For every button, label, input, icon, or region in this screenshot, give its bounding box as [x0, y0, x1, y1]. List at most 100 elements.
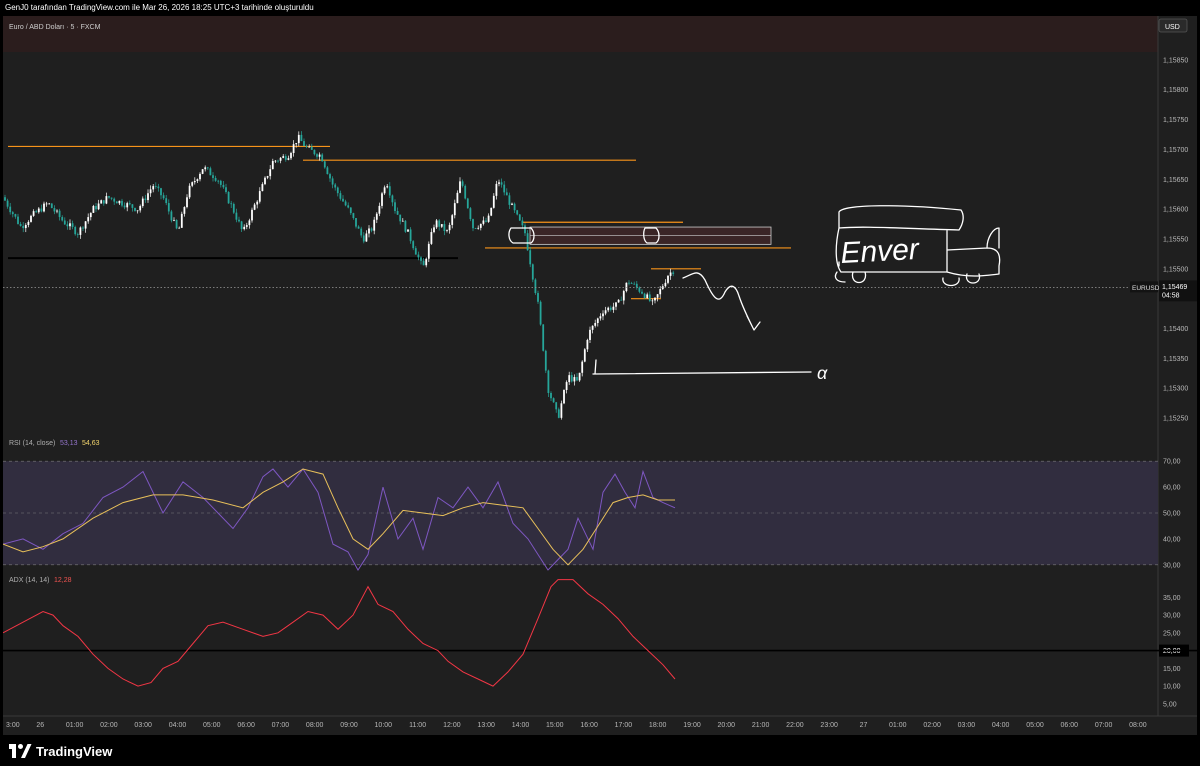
candle-body — [383, 187, 386, 194]
candle-body — [113, 198, 116, 202]
price-tick-label: 1,15850 — [1163, 57, 1188, 64]
rsi-ma-value: 54,63 — [82, 440, 100, 447]
candle-body — [243, 226, 246, 230]
candle-body — [121, 200, 123, 206]
candle-countdown: 04:58 — [1162, 292, 1180, 299]
candle-body — [303, 141, 305, 147]
candle-body — [669, 272, 672, 276]
candle-body — [71, 223, 74, 227]
symbol-title: Euro / ABD Doları · 5 · FXCM — [9, 24, 101, 31]
candle-body — [100, 200, 103, 204]
candle-body — [667, 275, 669, 283]
chart-header-text: GenJ0 tarafından TradingView.com ile Mar… — [0, 0, 1200, 16]
candle-body — [565, 382, 568, 391]
candle-body — [95, 205, 97, 210]
candle-body — [123, 205, 126, 208]
candle-body — [368, 228, 370, 234]
chart-svg[interactable]: Euro / ABD Doları · 5 · FXCM USD 1,15850… — [3, 16, 1197, 735]
candle-body — [24, 224, 27, 229]
candle-body — [391, 195, 394, 203]
candle-body — [648, 294, 651, 302]
time-tick-label: 13:00 — [477, 722, 495, 729]
candle-body — [412, 241, 415, 249]
candle-body — [334, 184, 337, 188]
rsi-tick-label: 40,00 — [1163, 536, 1181, 543]
candle-body — [186, 197, 188, 208]
time-tick-label: 15:00 — [546, 722, 564, 729]
candle-body — [342, 198, 344, 202]
candle-body — [204, 167, 207, 170]
currency-label[interactable]: USD — [1165, 24, 1180, 31]
candle-body — [578, 372, 581, 381]
candle-body — [635, 283, 638, 288]
tradingview-logo[interactable]: TradingView — [9, 742, 112, 760]
candle-body — [160, 188, 162, 196]
candle-body — [22, 225, 25, 229]
candle-body — [225, 187, 227, 193]
candle-body — [357, 226, 360, 229]
candle-body — [612, 306, 615, 310]
price-tick-label: 1,15250 — [1163, 416, 1188, 423]
time-tick-label: 10:00 — [375, 722, 393, 729]
candle-body — [469, 208, 472, 220]
candle-body — [271, 161, 274, 170]
candle-body — [48, 203, 51, 205]
candle-body — [643, 293, 646, 299]
candle-body — [188, 185, 191, 198]
candle-body — [448, 224, 451, 231]
candle-body — [630, 283, 633, 284]
candle-body — [568, 375, 571, 383]
candle-body — [365, 233, 368, 242]
candle-body — [401, 220, 404, 222]
candle-body — [557, 409, 560, 418]
rsi-panel[interactable]: RSI (14, close) 53,13 54,63 70,00 60,00 50… — [3, 440, 1181, 571]
candle-body — [258, 191, 261, 202]
title-band — [3, 16, 1158, 52]
candle-body — [349, 207, 352, 214]
candle-body — [375, 213, 378, 220]
candle-body — [76, 234, 79, 235]
time-tick-label: 07:00 — [1095, 722, 1113, 729]
time-tick-label: 01:00 — [66, 722, 84, 729]
candle-body — [388, 186, 391, 196]
candle-body — [82, 227, 84, 229]
time-tick-label: 04:00 — [169, 722, 187, 729]
candle-body — [118, 200, 121, 204]
time-tick-label: 02:00 — [923, 722, 941, 729]
candle-body — [352, 213, 355, 219]
candle-body — [248, 220, 251, 226]
candle-body — [638, 287, 641, 292]
time-axis[interactable]: 3:00 26 01:00 02:00 03:00 04:00 05:00 06:00 07:0… — [6, 722, 1147, 729]
candle-body — [599, 316, 602, 319]
candle-body — [596, 318, 599, 324]
candle-body — [199, 173, 201, 180]
candle-body — [87, 217, 90, 222]
time-tick-label: 05:00 — [1026, 722, 1044, 729]
adx-tick-label: 30,00 — [1163, 613, 1181, 620]
candle-body — [672, 272, 675, 274]
candle-body — [555, 402, 558, 410]
chart-frame[interactable]: Euro / ABD Doları · 5 · FXCM USD 1,15850… — [3, 16, 1197, 735]
target-line — [592, 359, 812, 375]
candle-body — [58, 210, 61, 218]
candle-body — [516, 210, 519, 215]
time-tick-label: 08:00 — [1129, 722, 1147, 729]
candle-body — [446, 230, 448, 232]
candle-body — [440, 224, 443, 227]
time-tick-label: 17:00 — [615, 722, 633, 729]
candle-body — [539, 301, 542, 325]
candle-body — [505, 192, 508, 196]
candle-body — [576, 377, 578, 381]
adx-panel[interactable]: ADX (14, 14) 12,28 35,00 30,00 25,00 15,00 1… — [3, 577, 1197, 708]
adx-axis-ticks: 35,00 30,00 25,00 15,00 10,00 5,00 20,00 — [1159, 595, 1189, 708]
candle-body — [591, 325, 594, 330]
time-tick-label: 03:00 — [958, 722, 976, 729]
candle-body — [141, 198, 144, 207]
candle-body — [212, 175, 214, 178]
candle-body — [105, 196, 108, 204]
candle-body — [310, 146, 313, 150]
candle-body — [651, 300, 654, 302]
candle-body — [552, 398, 555, 403]
candle-body — [170, 211, 173, 221]
candle-body — [147, 193, 149, 201]
